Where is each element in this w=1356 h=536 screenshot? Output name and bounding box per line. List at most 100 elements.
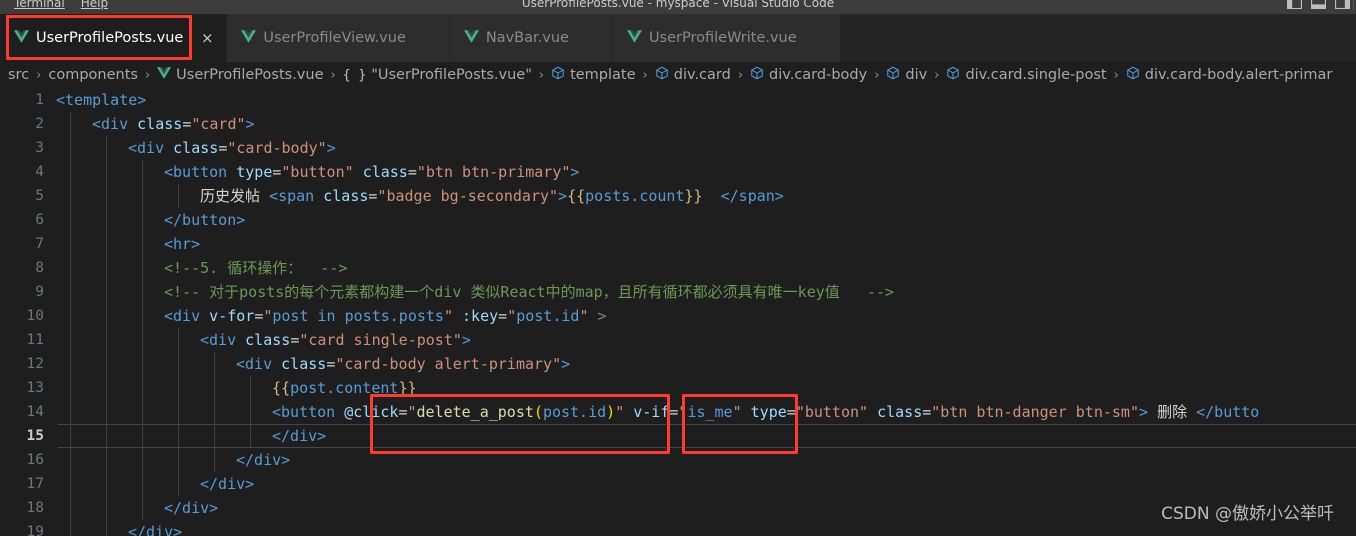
code-editor[interactable]: 1 <template> 2 <div class="card"> 3 <div… [0, 88, 1356, 536]
code-token: ( [533, 403, 543, 421]
code-token: class [323, 187, 369, 205]
code-line: 12 <div class="card-body alert-primary"> [0, 352, 1356, 376]
indent-guide [142, 184, 143, 208]
breadcrumb-item-div-card[interactable]: div.card [655, 66, 731, 84]
code-token: <div [128, 139, 174, 157]
tab-userprofileposts-vue[interactable]: UserProfilePosts.vue × [0, 14, 228, 62]
code-content: </button> [164, 208, 245, 232]
tab-label: NavBar.vue [485, 30, 569, 46]
code-token: {{ [567, 187, 586, 205]
indent-guide [106, 328, 107, 352]
toggle-panel-icon[interactable] [1311, 0, 1326, 9]
code-token: </button> [164, 211, 246, 229]
code-token: "badge bg-secondary" [377, 187, 559, 205]
code-content: </div> [236, 448, 290, 472]
indent-guide [70, 400, 71, 424]
code-token: = [498, 307, 508, 325]
code-content: {{post.content}} [272, 376, 417, 400]
line-number: 9 [35, 284, 44, 300]
code-token: "btn btn-primary" [416, 163, 571, 181]
indent-guide [106, 472, 107, 496]
symbol-cube-icon [655, 66, 669, 84]
indent-guide [70, 424, 71, 448]
indent-guide [70, 352, 71, 376]
code-line: 5 历史发帖 <span class="badge bg-secondary">… [0, 184, 1356, 208]
breadcrumb-item-div-card-body[interactable]: div.card-body [750, 66, 867, 84]
toggle-secondary-sidebar-icon[interactable] [1335, 0, 1350, 9]
code-content: <div class="card single-post"> [200, 328, 471, 352]
line-number: 12 [26, 356, 44, 372]
tab-navbar-vue[interactable]: NavBar.vue × [449, 14, 613, 62]
indent-guide [70, 232, 71, 256]
breadcrumb-item-div-alert-primary[interactable]: div.card-body.alert-primar [1126, 66, 1332, 84]
code-line: 14 <button @click="delete_a_post(post.id… [0, 400, 1356, 424]
code-token: ) [606, 403, 616, 421]
indent-guide [178, 376, 179, 400]
code-token: <!-- 对于posts的每个元素都构建一个div 类似React中的map，且… [164, 283, 894, 301]
code-line: 10 <div v-for="post in posts.posts" :key… [0, 304, 1356, 328]
code-token: = [786, 403, 796, 421]
code-content: </div> [128, 520, 182, 536]
indent-guide [70, 136, 71, 160]
code-token: delete_a_post [416, 403, 534, 421]
line-number: 6 [35, 212, 44, 228]
indent-guide [106, 424, 107, 448]
indent-guide [178, 400, 179, 424]
code-token: post [272, 307, 309, 325]
indent-guide [70, 256, 71, 280]
code-token: post.id [542, 403, 607, 421]
vscode-window: Terminal Help UserProfilePosts.vue - mys… [0, 0, 1356, 536]
indent-guide [142, 472, 143, 496]
line-number: 11 [26, 332, 44, 348]
tab-userprofilewrite-vue[interactable]: UserProfileWrite.vue × [612, 14, 841, 62]
code-token: }} [398, 379, 417, 397]
indent-guide [70, 328, 71, 352]
toggle-primary-sidebar-icon[interactable] [1287, 0, 1302, 9]
breadcrumb-item-components[interactable]: components [48, 67, 138, 83]
breadcrumb-item-file[interactable]: UserProfilePosts.vue [157, 67, 324, 83]
indent-guide [70, 520, 71, 536]
code-token: "button" [281, 163, 354, 181]
breadcrumb-item-div-single-post[interactable]: div.card.single-post [946, 66, 1107, 84]
line-number: 7 [35, 236, 44, 252]
breadcrumb-item-div[interactable]: div [886, 66, 927, 84]
code-content: </div> [272, 424, 326, 448]
indent-guide [70, 208, 71, 232]
indent-guide [142, 232, 143, 256]
vue-file-icon [241, 29, 257, 47]
indent-guide [70, 160, 71, 184]
breadcrumb-separator: › [737, 67, 744, 83]
menu-item-help[interactable]: Help [73, 0, 116, 12]
tab-userprofileview-vue[interactable]: UserProfileView.vue × [227, 14, 450, 62]
close-icon[interactable]: × [200, 30, 214, 46]
indent-guide [106, 208, 107, 232]
code-token: " [407, 403, 417, 421]
line-number: 14 [26, 404, 44, 420]
line-number: 2 [35, 116, 44, 132]
code-token: </div> [200, 475, 255, 493]
code-token: class [173, 139, 219, 157]
code-line: 6 </button> [0, 208, 1356, 232]
breadcrumb-item-src[interactable]: src [8, 67, 29, 83]
editor-tab-bar: UserProfilePosts.vue × UserProfileView.v… [0, 14, 1356, 62]
indent-guide [178, 472, 179, 496]
code-token: <template> [56, 91, 147, 109]
vue-file-icon [157, 67, 172, 83]
vue-file-icon [14, 29, 29, 47]
code-line: 1 <template> [0, 88, 1356, 112]
code-line-current: 15 </div> [0, 424, 1356, 448]
code-token: = [218, 139, 228, 157]
breadcrumb-item-template[interactable]: template [551, 66, 636, 84]
code-token: " [732, 403, 742, 421]
breadcrumb-item-module[interactable]: { } "UserProfilePosts.vue" [343, 67, 532, 83]
indent-guide [106, 256, 107, 280]
indent-guide [214, 448, 215, 472]
indent-guide [142, 376, 143, 400]
menu-bar: Terminal Help [0, 0, 116, 12]
code-token: <span [269, 187, 324, 205]
menu-item-terminal[interactable]: Terminal [6, 0, 73, 12]
line-number: 19 [26, 524, 44, 536]
